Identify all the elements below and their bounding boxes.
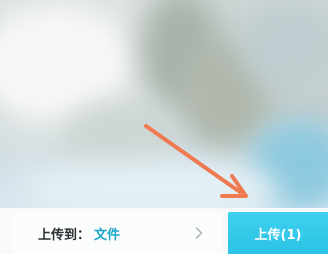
upload-button-label: 上传(1) xyxy=(254,228,302,243)
destination-label: 上传到： xyxy=(38,227,91,243)
upload-destination-selector[interactable]: 上传到： 文件 xyxy=(12,212,222,254)
upload-bottom-bar: 上传到： 文件 上传(1) xyxy=(0,208,328,254)
chevron-right-icon xyxy=(192,226,206,240)
upload-button[interactable]: 上传(1) xyxy=(228,212,328,254)
destination-folder-name: 文件 xyxy=(94,227,121,243)
upload-screen: 上传到： 文件 上传(1) xyxy=(0,0,328,254)
